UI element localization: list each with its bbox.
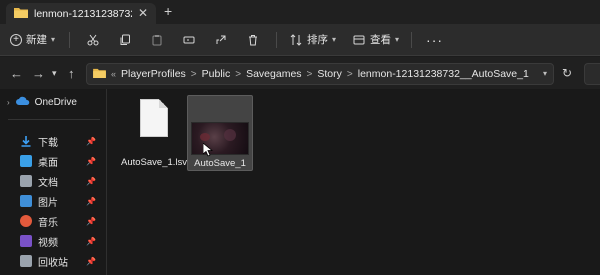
navigation-pane: › OneDrive 下载 📌 桌面 📌 文档 📌 图片 📌 音乐 📌 视频 📌	[0, 89, 106, 275]
sidebar-item-label: 下载	[38, 137, 58, 149]
sidebar-item-pictures[interactable]: 图片 📌	[0, 192, 106, 210]
pin-icon[interactable]: 📌	[86, 157, 96, 166]
file-name: AutoSave_1.lsv	[121, 157, 188, 168]
sidebar-item-label: 图片	[38, 197, 58, 209]
file-item[interactable]: AutoSave_1.lsv	[121, 95, 187, 171]
sidebar-divider	[8, 119, 100, 120]
refresh-icon[interactable]: ↻	[562, 66, 572, 80]
sidebar-item-label: 回收站	[38, 257, 68, 269]
sidebar-item-desktop[interactable]: 桌面 📌	[0, 152, 106, 170]
rename-icon[interactable]	[182, 33, 196, 47]
cloud-icon	[15, 96, 30, 108]
chevron-right-icon[interactable]: ›	[7, 98, 10, 107]
sidebar-item-downloads[interactable]: 下载 📌	[0, 132, 106, 150]
pin-icon[interactable]: 📌	[86, 197, 96, 206]
pin-icon[interactable]: 📌	[86, 237, 96, 246]
breadcrumb-item[interactable]: Public	[202, 68, 231, 80]
sidebar-item-recycle-bin[interactable]: 回收站 📌	[0, 252, 106, 270]
sidebar-item-music[interactable]: 音乐 📌	[0, 212, 106, 230]
documents-icon	[20, 175, 32, 187]
paste-icon[interactable]	[150, 33, 164, 47]
sort-label: 排序	[307, 34, 329, 46]
chevron-down-icon: ▾	[51, 35, 56, 44]
pin-icon[interactable]: 📌	[86, 257, 96, 266]
document-file-icon	[140, 99, 168, 137]
cut-icon[interactable]	[86, 33, 100, 47]
toolbar-divider	[276, 31, 278, 48]
tab-current-folder[interactable]: lenmon-12131238732__AutoSa ✕	[6, 3, 156, 24]
new-tab-button[interactable]: +	[164, 3, 172, 19]
sidebar-item-label: OneDrive	[34, 96, 77, 108]
sidebar-item-videos[interactable]: 视频 📌	[0, 232, 106, 250]
sidebar-item-label: 视频	[38, 237, 58, 249]
new-label: 新建	[26, 34, 47, 46]
pictures-icon	[20, 195, 32, 207]
pin-icon[interactable]: 📌	[86, 217, 96, 226]
file-item-selected[interactable]: AutoSave_1	[187, 95, 253, 171]
breadcrumb-separator: >	[346, 68, 353, 80]
back-arrow-icon[interactable]: ←	[10, 66, 23, 81]
view-button[interactable]: 查看 ▾	[352, 32, 399, 47]
view-icon	[352, 33, 366, 47]
sidebar-item-label: 桌面	[38, 157, 58, 169]
title-bar: lenmon-12131238732__AutoSa ✕ +	[0, 0, 600, 24]
overflow-crumbs-icon[interactable]: «	[111, 69, 116, 79]
plus-icon: +	[10, 33, 22, 46]
sort-icon	[289, 33, 303, 47]
share-icon[interactable]	[214, 33, 228, 47]
videos-icon	[20, 235, 32, 247]
chevron-down-icon: ▾	[395, 35, 400, 44]
forward-arrow-icon[interactable]: →	[32, 66, 45, 81]
recycle-bin-icon	[20, 255, 32, 267]
toolbar-divider	[69, 31, 71, 48]
more-options-button[interactable]: ···	[426, 32, 443, 48]
folder-icon	[93, 68, 106, 81]
breadcrumb-separator: >	[190, 68, 197, 80]
tab-label: lenmon-12131238732__AutoSa	[34, 7, 132, 20]
copy-icon[interactable]	[118, 33, 132, 47]
breadcrumb-separator: >	[306, 68, 313, 80]
command-bar: + 新建 ▾ 排序 ▾ 查看 ▾ ···	[0, 24, 600, 56]
sort-button[interactable]: 排序 ▾	[289, 32, 336, 47]
navigation-bar: ← → ▾ ↑ « PlayerProfiles > Public > Save…	[0, 57, 600, 89]
delete-icon[interactable]	[246, 33, 260, 47]
recent-locations-chevron-icon[interactable]: ▾	[52, 68, 57, 79]
breadcrumb-item[interactable]: PlayerProfiles	[121, 68, 186, 80]
toolbar-divider	[411, 31, 413, 48]
search-box[interactable]	[584, 63, 600, 85]
pin-icon[interactable]: 📌	[86, 177, 96, 186]
sidebar-item-onedrive[interactable]: › OneDrive	[0, 94, 77, 110]
chevron-down-icon: ▾	[332, 35, 337, 44]
address-history-chevron-icon[interactable]: ▾	[543, 69, 547, 78]
image-thumbnail	[191, 122, 249, 155]
breadcrumb-item[interactable]: Savegames	[246, 68, 301, 80]
file-list: AutoSave_1.lsv AutoSave_1	[107, 89, 600, 275]
sidebar-item-label: 音乐	[38, 217, 58, 229]
file-name: AutoSave_1	[194, 158, 246, 169]
sidebar-item-label: 文档	[38, 177, 58, 189]
breadcrumb-item[interactable]: Story	[317, 68, 342, 80]
desktop-icon	[20, 155, 32, 167]
breadcrumb-item[interactable]: lenmon-12131238732__AutoSave_1	[358, 68, 529, 80]
view-label: 查看	[370, 34, 392, 46]
breadcrumb-separator: >	[235, 68, 242, 80]
sidebar-item-documents[interactable]: 文档 📌	[0, 172, 106, 190]
download-icon	[20, 135, 32, 147]
music-icon	[20, 215, 32, 227]
address-bar[interactable]: « PlayerProfiles > Public > Savegames > …	[86, 63, 554, 85]
up-arrow-icon[interactable]: ↑	[68, 66, 75, 81]
mouse-cursor-icon	[203, 143, 213, 157]
folder-icon	[14, 7, 28, 21]
close-tab-icon[interactable]: ✕	[138, 6, 148, 20]
new-button[interactable]: + 新建 ▾	[10, 32, 55, 47]
pin-icon[interactable]: 📌	[86, 137, 96, 146]
